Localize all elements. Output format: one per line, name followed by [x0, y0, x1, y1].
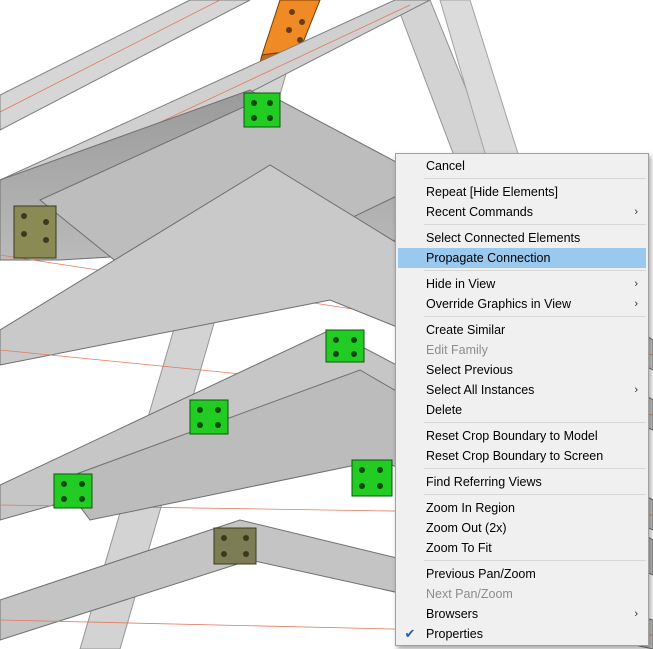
connection-plate-3 — [189, 399, 229, 435]
menu-item-next-pan-zoom: Next Pan/Zoom — [396, 584, 648, 604]
chevron-right-icon: › — [634, 298, 638, 310]
menu-item-edit-family: Edit Family — [396, 340, 648, 360]
chevron-right-icon: › — [634, 206, 638, 218]
menu-item-label: Previous Pan/Zoom — [426, 567, 536, 581]
connection-plate-olive-1 — [13, 205, 57, 259]
menu-item-properties[interactable]: ✔ Properties — [396, 624, 648, 644]
menu-item-label: Properties — [426, 627, 483, 641]
connection-plate-2 — [325, 329, 365, 363]
menu-item-label: Recent Commands — [426, 205, 533, 219]
menu-item-label: Hide in View — [426, 277, 496, 291]
menu-item-create-similar[interactable]: Create Similar — [396, 320, 648, 340]
menu-item-label: Select Connected Elements — [426, 231, 581, 245]
menu-item-label: Select All Instances — [426, 383, 535, 397]
menu-separator — [424, 468, 646, 469]
menu-item-propagate-connection[interactable]: Propagate Connection — [398, 248, 646, 268]
menu-item-cancel[interactable]: Cancel — [396, 156, 648, 176]
menu-item-label: Propagate Connection — [426, 251, 551, 265]
chevron-right-icon: › — [634, 608, 638, 620]
chevron-right-icon: › — [634, 278, 638, 290]
menu-item-select-all-instances[interactable]: Select All Instances › — [396, 380, 648, 400]
menu-item-browsers[interactable]: Browsers › — [396, 604, 648, 624]
menu-item-delete[interactable]: Delete — [396, 400, 648, 420]
menu-item-zoom-to-fit[interactable]: Zoom To Fit — [396, 538, 648, 558]
menu-item-label: Override Graphics in View — [426, 297, 571, 311]
connection-plate-5 — [351, 459, 393, 497]
menu-item-recent-commands[interactable]: Recent Commands › — [396, 202, 648, 222]
menu-item-label: Create Similar — [426, 323, 506, 337]
menu-item-override-graphics-in-view[interactable]: Override Graphics in View › — [396, 294, 648, 314]
menu-separator — [424, 422, 646, 423]
connection-plate-4 — [53, 473, 93, 509]
menu-item-label: Find Referring Views — [426, 475, 542, 489]
menu-item-label: Reset Crop Boundary to Model — [426, 429, 598, 443]
connection-plate-olive-2 — [213, 527, 257, 565]
menu-item-label: Zoom Out (2x) — [426, 521, 507, 535]
menu-item-label: Edit Family — [426, 343, 488, 357]
chevron-right-icon: › — [634, 384, 638, 396]
context-menu: Cancel Repeat [Hide Elements] Recent Comma… — [395, 153, 649, 646]
menu-separator — [424, 316, 646, 317]
menu-item-label: Cancel — [426, 159, 465, 173]
menu-item-label: Zoom To Fit — [426, 541, 492, 555]
menu-item-zoom-in-region[interactable]: Zoom In Region — [396, 498, 648, 518]
menu-item-reset-crop-boundary-to-screen[interactable]: Reset Crop Boundary to Screen — [396, 446, 648, 466]
menu-item-label: Next Pan/Zoom — [426, 587, 513, 601]
menu-separator — [424, 178, 646, 179]
menu-item-reset-crop-boundary-to-model[interactable]: Reset Crop Boundary to Model — [396, 426, 648, 446]
menu-separator — [424, 560, 646, 561]
menu-item-label: Reset Crop Boundary to Screen — [426, 449, 604, 463]
menu-item-repeat-hide-elements[interactable]: Repeat [Hide Elements] — [396, 182, 648, 202]
menu-separator — [424, 270, 646, 271]
checkmark-icon: ✔ — [404, 626, 416, 641]
menu-item-label: Delete — [426, 403, 463, 417]
connection-plate-1 — [243, 92, 281, 128]
menu-item-find-referring-views[interactable]: Find Referring Views — [396, 472, 648, 492]
menu-item-label: Repeat [Hide Elements] — [426, 185, 559, 199]
menu-item-select-previous[interactable]: Select Previous — [396, 360, 648, 380]
menu-item-zoom-out-2x[interactable]: Zoom Out (2x) — [396, 518, 648, 538]
menu-item-label: Browsers — [426, 607, 479, 621]
menu-separator — [424, 224, 646, 225]
menu-separator — [424, 494, 646, 495]
menu-item-select-connected-elements[interactable]: Select Connected Elements — [396, 228, 648, 248]
menu-item-hide-in-view[interactable]: Hide in View › — [396, 274, 648, 294]
menu-item-label: Zoom In Region — [426, 501, 515, 515]
menu-item-previous-pan-zoom[interactable]: Previous Pan/Zoom — [396, 564, 648, 584]
menu-item-label: Select Previous — [426, 363, 513, 377]
